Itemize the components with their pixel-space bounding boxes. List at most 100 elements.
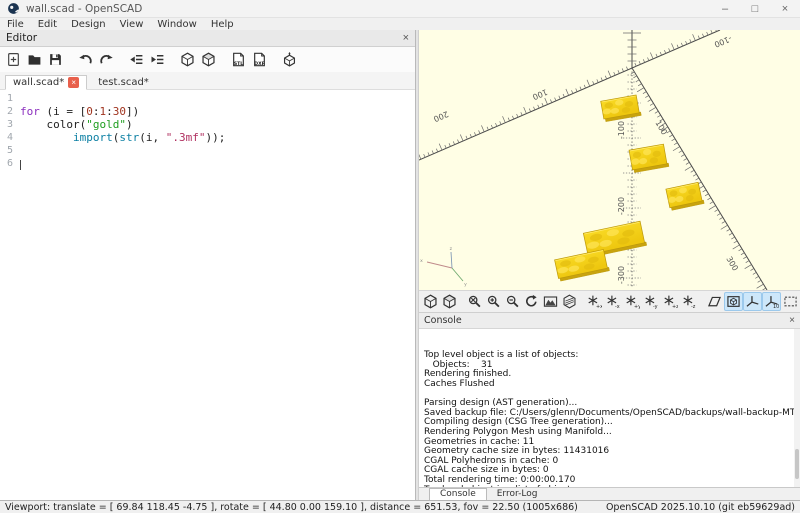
view-all-button[interactable] xyxy=(541,292,560,311)
editor-panel-title: Editor xyxy=(6,32,37,44)
menu-design[interactable]: Design xyxy=(64,19,113,30)
editor-toolbar: STL DXF xyxy=(0,47,415,72)
code-line: 4 import(str(i, ".3mf")); xyxy=(0,131,415,144)
redo-button[interactable] xyxy=(96,49,117,70)
open-button[interactable] xyxy=(24,49,45,70)
menu-window[interactable]: Window xyxy=(150,19,203,30)
editor-close-button[interactable]: × xyxy=(403,32,409,44)
svg-text:+y: +y xyxy=(634,304,640,309)
export-3d-button[interactable] xyxy=(279,49,300,70)
line-number: 3 xyxy=(0,118,20,131)
cube-hatch-icon xyxy=(562,294,577,309)
tab-close-button[interactable]: × xyxy=(68,77,79,88)
render-button[interactable] xyxy=(198,49,219,70)
console-tab-console[interactable]: Console xyxy=(429,488,487,500)
preview-button[interactable] xyxy=(177,49,198,70)
floppy-icon xyxy=(48,52,63,67)
menu-file[interactable]: File xyxy=(0,19,31,30)
zoom-out-button[interactable] xyxy=(503,292,522,311)
zoom-in-button[interactable] xyxy=(484,292,503,311)
show-scale-markers-button[interactable]: 10 xyxy=(762,292,781,311)
line-number: 4 xyxy=(0,131,20,144)
svg-text:STL: STL xyxy=(234,61,243,67)
magnifier-plus-icon xyxy=(486,294,501,309)
show-edges-button[interactable] xyxy=(560,292,579,311)
tab-test-scad[interactable]: test.scad* xyxy=(91,76,156,89)
code-text: color("gold") xyxy=(20,118,133,131)
gold-object xyxy=(601,95,642,122)
preview-button[interactable] xyxy=(421,292,440,311)
editor-panel: Editor × STL DXF wall.scad*× test.scad* 12… xyxy=(0,30,416,500)
indent-button[interactable] xyxy=(147,49,168,70)
gold-object xyxy=(666,182,704,211)
status-bar: Viewport: translate = [ 69.84 118.45 -4.… xyxy=(0,500,800,513)
console-tab-error-log[interactable]: Error-Log xyxy=(487,489,548,500)
console-close-button[interactable]: × xyxy=(789,315,795,326)
axis-tick-label: 100 xyxy=(653,119,669,137)
svg-text:z: z xyxy=(450,247,453,252)
menu-bar: FileEditDesignViewWindowHelp xyxy=(0,18,800,30)
undo-button[interactable] xyxy=(75,49,96,70)
menu-view[interactable]: View xyxy=(113,19,151,30)
code-editor[interactable]: 12for (i = [0:1:30])3 color("gold")4 imp… xyxy=(0,90,415,500)
viewport-canvas[interactable]: 100200-100100300-100-200-300xyz xyxy=(419,30,800,290)
undo-icon xyxy=(78,52,93,67)
doc-label-icon: DXF xyxy=(252,52,267,67)
show-axes-button[interactable] xyxy=(743,292,762,311)
unindent-button[interactable] xyxy=(126,49,147,70)
viewport[interactable]: 100200-100100300-100-200-300xyz xyxy=(419,30,800,290)
code-line: 2for (i = [0:1:30]) xyxy=(0,105,415,118)
perspective-button[interactable] xyxy=(705,292,724,311)
gold-object xyxy=(555,249,610,281)
editor-tab-bar: wall.scad*× test.scad* xyxy=(0,72,415,90)
svg-text:-y: -y xyxy=(653,304,658,309)
tab-label: test.scad* xyxy=(98,77,149,88)
viewport-toolbar: +x -x +y -y+z -z 10 xyxy=(419,290,800,312)
viewport-status-text: Viewport: translate = [ 69.84 118.45 -4.… xyxy=(5,502,578,513)
axis-tick-label: -100 xyxy=(617,121,626,139)
zoom-all-button[interactable] xyxy=(465,292,484,311)
svg-text:10: 10 xyxy=(773,304,779,309)
gold-object xyxy=(629,144,669,173)
axis-tick-label: -300 xyxy=(617,266,626,284)
menu-edit[interactable]: Edit xyxy=(31,19,64,30)
view-minus-z-button[interactable]: -z xyxy=(680,292,699,311)
svg-text:x: x xyxy=(420,259,423,264)
console-log: Top level object is a list of objects: O… xyxy=(419,329,800,487)
console-panel-header: Console × xyxy=(419,313,800,329)
star-icon: -x xyxy=(606,294,621,309)
reset-view-button[interactable] xyxy=(522,292,541,311)
console-panel: Console × Top level object is a list of … xyxy=(419,312,800,487)
svg-text:-x: -x xyxy=(615,304,620,309)
close-button[interactable]: × xyxy=(770,0,800,17)
axis-tick-label: 100 xyxy=(531,87,549,101)
console-line: Caches Flushed xyxy=(424,380,792,390)
render-button[interactable] xyxy=(440,292,459,311)
export-stl-button[interactable]: STL xyxy=(228,49,249,70)
axis-tick-label: -100 xyxy=(713,34,733,49)
view-plus-y-button[interactable]: +y xyxy=(623,292,642,311)
view-minus-y-button[interactable]: -y xyxy=(642,292,661,311)
view-minus-x-button[interactable]: -x xyxy=(604,292,623,311)
menu-help[interactable]: Help xyxy=(204,19,241,30)
redo-icon xyxy=(99,52,114,67)
tab-wall-scad[interactable]: wall.scad*× xyxy=(5,75,87,90)
view-dashed-button[interactable] xyxy=(781,292,800,311)
console-scrollbar[interactable] xyxy=(794,329,800,487)
svg-text:-z: -z xyxy=(691,304,696,309)
save-button[interactable] xyxy=(45,49,66,70)
console-scrollbar-thumb[interactable] xyxy=(795,449,799,479)
axis-tick-label: 300 xyxy=(724,255,740,273)
axis-y xyxy=(631,68,767,290)
star-icon: -y xyxy=(644,294,659,309)
view-plus-z-button[interactable]: +z xyxy=(661,292,680,311)
view-plus-x-button[interactable]: +x xyxy=(585,292,604,311)
maximize-button[interactable]: □ xyxy=(740,0,770,17)
title-bar: wall.scad - OpenSCAD – □ × xyxy=(0,0,800,18)
magnifier-arrows-icon xyxy=(467,294,482,309)
minimize-button[interactable]: – xyxy=(710,0,740,17)
new-file-button[interactable] xyxy=(3,49,24,70)
orthogonal-button[interactable] xyxy=(724,292,743,311)
line-number: 2 xyxy=(0,105,20,118)
export-dxf-button[interactable]: DXF xyxy=(249,49,270,70)
